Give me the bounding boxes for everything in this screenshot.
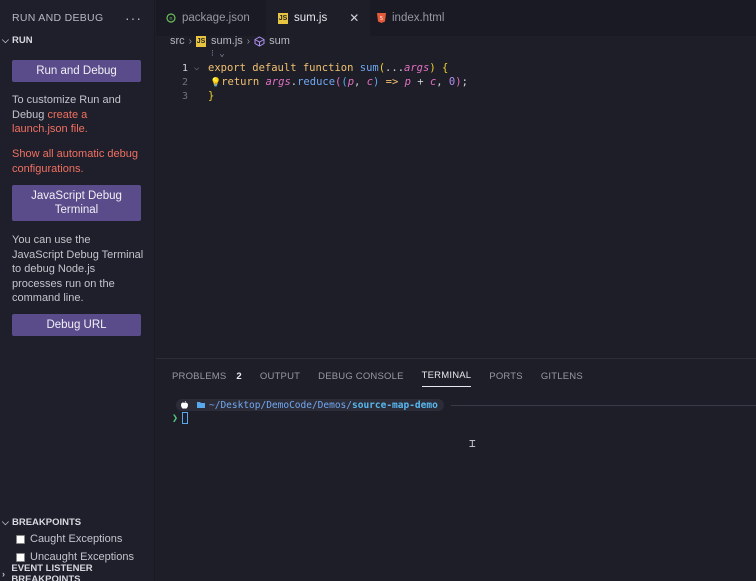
tab-label: package.json <box>182 12 250 24</box>
token-keyword: function <box>302 62 360 74</box>
sidebar-header: RUN AND DEBUG ··· <box>0 0 154 36</box>
tab-terminal[interactable]: TERMINAL <box>421 365 472 387</box>
javascript-debug-terminal-button[interactable]: JavaScript Debug Terminal <box>12 185 141 221</box>
token-operator: , <box>354 76 367 88</box>
bottom-panel: PROBLEMS 2 OUTPUT DEBUG CONSOLE TERMINAL… <box>156 358 756 581</box>
tab-debug-console[interactable]: DEBUG CONSOLE <box>318 365 403 387</box>
tab-index-html[interactable]: 5 index.html <box>370 0 470 36</box>
svg-text:n: n <box>169 16 172 22</box>
code-line-2[interactable]: 2 💡return args.reduce((p, c) => p + c, 0… <box>156 75 468 89</box>
tab-package-json[interactable]: n package.json <box>156 0 266 36</box>
terminal-input-line[interactable]: ❯ <box>172 411 189 425</box>
text-cursor-icon: ⌶ <box>469 437 476 450</box>
token-operator: ... <box>385 62 405 74</box>
panel-tabs: PROBLEMS 2 OUTPUT DEBUG CONSOLE TERMINAL… <box>172 365 601 387</box>
html-icon: 5 <box>376 13 386 24</box>
caught-exceptions-label: Caught Exceptions <box>30 533 123 545</box>
token-function: sum <box>359 62 379 74</box>
problems-count-badge: 2 <box>236 370 242 382</box>
chevron-down-icon: ⌵ <box>2 516 9 527</box>
uncaught-exceptions-label: Uncaught Exceptions <box>30 551 134 563</box>
token-method: reduce <box>297 76 336 88</box>
code-line-1[interactable]: 1 ⌵ export default function sum(...args)… <box>156 61 448 75</box>
customize-text: To customize Run and Debug create a laun… <box>12 93 144 137</box>
breakpoints-section-header[interactable]: ⌵ BREAKPOINTS <box>0 515 155 529</box>
editor-tab-bar: n package.json JS sum.js ✕ 5 index.html <box>156 0 756 36</box>
event-listener-section-header[interactable]: › EVENT LISTENER BREAKPOINTS <box>0 563 155 581</box>
chevron-right-icon: › <box>188 35 193 47</box>
breadcrumb: src › JS sum.js › sum <box>170 34 290 48</box>
token-arrow: => <box>379 76 405 88</box>
js-icon: JS <box>278 12 288 24</box>
prompt-path-text: ~/Desktop/DemoCode/Demos/ <box>209 399 352 411</box>
token-operator: ; <box>461 76 468 88</box>
js-icon: JS <box>196 35 207 47</box>
token-keyword: export <box>208 62 253 74</box>
breakpoints-label: BREAKPOINTS <box>12 516 82 528</box>
run-debug-sidebar: RUN AND DEBUG ··· ⌵ RUN Run and Debug To… <box>0 0 155 581</box>
chevron-right-icon: › <box>246 35 251 47</box>
token-bracket: { <box>441 62 449 74</box>
svg-text:5: 5 <box>379 16 382 22</box>
code-line-3[interactable]: 3 } <box>156 89 214 103</box>
debug-url-button[interactable]: Debug URL <box>12 314 141 336</box>
folder-icon <box>197 402 205 408</box>
prompt-current-dir: source-map-demo <box>352 399 438 411</box>
caught-exceptions-checkbox[interactable] <box>16 534 25 544</box>
tab-problems[interactable]: PROBLEMS 2 <box>172 365 242 387</box>
run-section-header[interactable]: ⌵ RUN <box>0 34 33 46</box>
code-content: export default function sum(...args) { <box>208 62 448 74</box>
token-operator: , <box>436 76 449 88</box>
run-section-label: RUN <box>12 34 33 46</box>
token-bracket: ) <box>429 62 442 74</box>
token-parameter: args <box>265 76 291 88</box>
more-actions-icon[interactable]: ··· <box>125 10 142 26</box>
event-listener-label: EVENT LISTENER BREAKPOINTS <box>11 563 93 581</box>
show-all-configurations-link[interactable]: Show all automatic debug configurations. <box>12 147 144 176</box>
code-content: 💡return args.reduce((p, c) => p + c, 0); <box>210 76 468 88</box>
token-keyword: default <box>252 62 303 74</box>
lightbulb-icon[interactable]: 💡 <box>210 78 221 88</box>
npm-icon: n <box>166 13 176 24</box>
uncaught-exceptions-checkbox[interactable] <box>16 552 25 562</box>
token-keyword: return <box>221 76 266 88</box>
token-operator: + <box>410 76 430 88</box>
line-number: 1 <box>181 62 188 74</box>
token-bracket: } <box>208 90 215 102</box>
breadcrumb-file[interactable]: sum.js <box>211 35 243 47</box>
terminal-cursor <box>182 412 189 424</box>
line-number: 3 <box>181 90 188 102</box>
tab-label: sum.js <box>294 12 328 24</box>
chevron-down-icon: ⌵ <box>2 34 9 45</box>
sidebar-title: RUN AND DEBUG <box>12 12 104 24</box>
breadcrumb-folder[interactable]: src <box>170 35 185 47</box>
caught-exceptions-item[interactable]: Caught Exceptions <box>16 531 122 547</box>
codelens-hint[interactable]: ⁝ ⌄ <box>211 49 225 59</box>
terminal-prompt: ~/Desktop/DemoCode/Demos/source-map-demo <box>176 399 444 411</box>
prompt-caret: ❯ <box>172 412 179 424</box>
tab-ports[interactable]: PORTS <box>489 365 523 387</box>
symbol-method-icon <box>254 35 265 47</box>
tab-output[interactable]: OUTPUT <box>260 365 300 387</box>
prompt-path: ~/Desktop/DemoCode/Demos/source-map-demo <box>193 399 444 411</box>
tab-sum-js[interactable]: JS sum.js ✕ <box>266 0 370 36</box>
line-number: 2 <box>181 76 188 88</box>
tab-label: index.html <box>392 12 445 24</box>
chevron-right-icon: › <box>2 569 5 579</box>
fold-chevron-icon[interactable]: ⌵ <box>194 63 199 73</box>
js-terminal-description: You can use the JavaScript Debug Termina… <box>12 234 144 304</box>
token-parameter: args <box>404 62 430 74</box>
code-content: } <box>208 90 214 102</box>
tab-gitlens[interactable]: GITLENS <box>541 365 583 387</box>
code-editor[interactable]: ⁝ ⌄ 1 ⌵ export default function sum(...a… <box>156 48 756 358</box>
apple-icon <box>176 399 193 411</box>
prompt-divider <box>451 405 756 406</box>
run-and-debug-button[interactable]: Run and Debug <box>12 60 141 82</box>
close-icon[interactable]: ✕ <box>349 11 359 25</box>
breadcrumb-symbol[interactable]: sum <box>269 35 290 47</box>
tab-label: PROBLEMS <box>172 370 227 382</box>
